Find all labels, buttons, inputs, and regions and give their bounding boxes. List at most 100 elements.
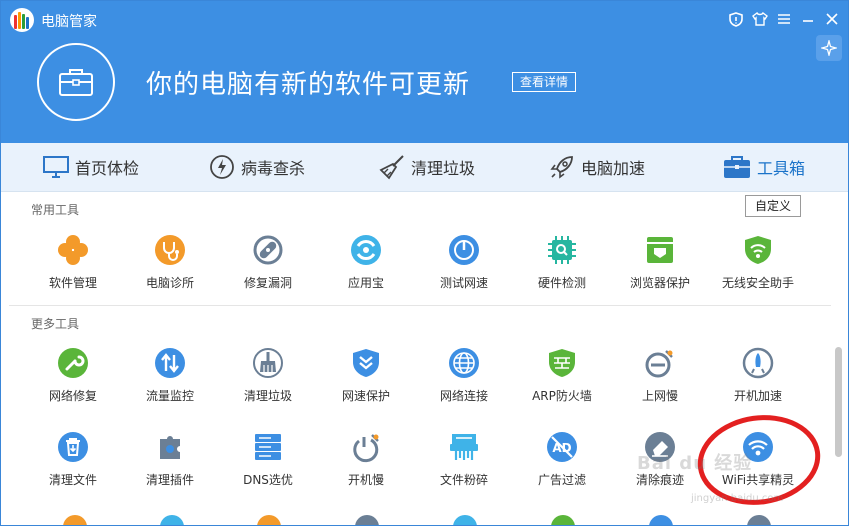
window-controls	[726, 9, 842, 29]
tool-ad-block[interactable]: AD 广告过滤	[517, 431, 607, 501]
tool-wifi-shield[interactable]: 无线安全助手	[713, 234, 803, 304]
section-more-label: 更多工具	[31, 317, 80, 331]
partial-tools-row	[1, 515, 848, 525]
tool-label: 清理垃圾	[243, 389, 292, 403]
menu-icon[interactable]	[774, 9, 794, 29]
speedometer-icon	[448, 234, 480, 266]
partial-tool-icon[interactable]	[355, 515, 379, 525]
tab-toolbox[interactable]: 工具箱	[723, 143, 805, 191]
chip-icon	[546, 234, 578, 266]
sparkle-icon[interactable]	[816, 35, 842, 61]
skin-shirt-icon[interactable]	[750, 9, 770, 29]
section-common-label: 常用工具	[31, 203, 80, 217]
tool-puzzle[interactable]: 清理插件	[125, 431, 215, 501]
server-icon	[252, 431, 284, 463]
scrollbar-thumb[interactable]	[835, 347, 842, 457]
trash-icon	[57, 431, 89, 463]
tool-shield-chevron[interactable]: 网速保护	[321, 347, 411, 417]
tool-label: 修复漏洞	[243, 276, 292, 290]
wrench-icon	[57, 347, 89, 379]
minimize-icon[interactable]	[798, 9, 818, 29]
firewall-icon	[546, 347, 578, 379]
rocket-icon	[550, 156, 573, 179]
tab-clean-junk[interactable]: 清理垃圾	[379, 143, 475, 191]
browser-shield-icon	[644, 234, 676, 266]
update-headline: 你的电脑有新的软件可更新	[146, 70, 471, 100]
tool-broom[interactable]: 清理垃圾	[223, 347, 313, 417]
broom-icon	[252, 347, 284, 379]
tool-trash[interactable]: 清理文件	[28, 431, 118, 501]
tool-server[interactable]: DNS选优	[223, 431, 313, 501]
toolbox-circle-icon	[37, 43, 115, 121]
partial-tool-icon[interactable]	[160, 515, 184, 525]
tool-label: 测试网速	[439, 276, 488, 290]
tool-firewall[interactable]: ARP防火墙	[517, 347, 607, 417]
tool-label: 网络连接	[439, 389, 488, 403]
slow-browser-icon	[644, 347, 676, 379]
broom-icon	[379, 155, 404, 180]
clover-icon	[57, 234, 89, 266]
partial-tool-icon[interactable]	[257, 515, 281, 525]
tool-globe[interactable]: 网络连接	[419, 347, 509, 417]
tool-slow-browser[interactable]: 上网慢	[615, 347, 705, 417]
header-banner: 电脑管家 你的电脑有新的软件可更新 查看详情	[1, 1, 848, 143]
tool-label: 文件粉碎	[439, 473, 488, 487]
tool-label: 开机加速	[733, 389, 782, 403]
tool-label: 清理插件	[145, 473, 194, 487]
tab-speedup[interactable]: 电脑加速	[549, 143, 645, 191]
tab-virus-scan-label: 病毒查杀	[241, 159, 306, 178]
ad-block-icon: AD	[546, 431, 578, 463]
tool-appstore[interactable]: 应用宝	[321, 234, 411, 304]
partial-tool-icon[interactable]	[747, 515, 771, 525]
tool-label: 浏览器保护	[629, 276, 690, 290]
tool-label: 无线安全助手	[721, 276, 794, 290]
tool-label: 电脑诊所	[145, 276, 194, 290]
tool-speedometer[interactable]: 测试网速	[419, 234, 509, 304]
tool-shredder[interactable]: 文件粉碎	[419, 431, 509, 501]
tool-label: DNS选优	[243, 473, 293, 487]
tool-browser-shield[interactable]: 浏览器保护	[615, 234, 705, 304]
lightning-icon	[210, 155, 234, 179]
app-title: 电脑管家	[41, 14, 97, 30]
app-window: 电脑管家 你的电脑有新的软件可更新 查看详情 首页体检 病毒查杀 清理垃圾 电脑…	[0, 0, 849, 526]
monitor-icon	[43, 156, 69, 178]
stethoscope-icon	[154, 234, 186, 266]
close-icon[interactable]	[822, 9, 842, 29]
main-nav: 首页体检 病毒查杀 清理垃圾 电脑加速 工具箱	[1, 143, 848, 192]
updown-arrows-icon	[154, 347, 186, 379]
tool-label: 网络修复	[48, 389, 97, 403]
watermark: Bai du 经验	[637, 453, 753, 474]
tool-clover[interactable]: 软件管理	[28, 234, 118, 304]
tool-bandaid[interactable]: 修复漏洞	[223, 234, 313, 304]
globe-icon	[448, 347, 480, 379]
partial-tool-icon[interactable]	[649, 515, 673, 525]
tool-stethoscope[interactable]: 电脑诊所	[125, 234, 215, 304]
tab-speedup-label: 电脑加速	[581, 159, 646, 178]
tool-label: 广告过滤	[537, 473, 586, 487]
tool-label: 软件管理	[48, 276, 97, 290]
tool-boost[interactable]: 开机加速	[713, 347, 803, 417]
tab-virus-scan[interactable]: 病毒查杀	[209, 143, 305, 191]
partial-tool-icon[interactable]	[551, 515, 575, 525]
tool-updown-arrows[interactable]: 流量监控	[125, 347, 215, 417]
customize-button[interactable]: 自定义	[745, 195, 802, 217]
partial-tool-icon[interactable]	[453, 515, 477, 525]
slow-power-icon	[350, 431, 382, 463]
tool-chip[interactable]: 硬件检测	[517, 234, 607, 304]
tab-home-check-label: 首页体检	[75, 159, 140, 178]
tool-wrench[interactable]: 网络修复	[28, 347, 118, 417]
view-details-button[interactable]: 查看详情	[512, 72, 577, 92]
section-divider	[9, 305, 831, 306]
shield-icon[interactable]	[726, 9, 746, 29]
tool-label: 清理文件	[48, 473, 97, 487]
tool-label: ARP防火墙	[532, 389, 592, 403]
tool-label: 应用宝	[347, 276, 384, 290]
watermark-sub: jingyan.baidu.com	[691, 493, 784, 504]
tab-home-check[interactable]: 首页体检	[43, 143, 139, 191]
title-bar: 电脑管家	[1, 1, 848, 37]
tab-toolbox-label: 工具箱	[757, 159, 806, 178]
toolbox-icon	[724, 156, 750, 178]
tool-label: 网速保护	[341, 389, 390, 403]
partial-tool-icon[interactable]	[63, 515, 87, 525]
tool-slow-power[interactable]: 开机慢	[321, 431, 411, 501]
